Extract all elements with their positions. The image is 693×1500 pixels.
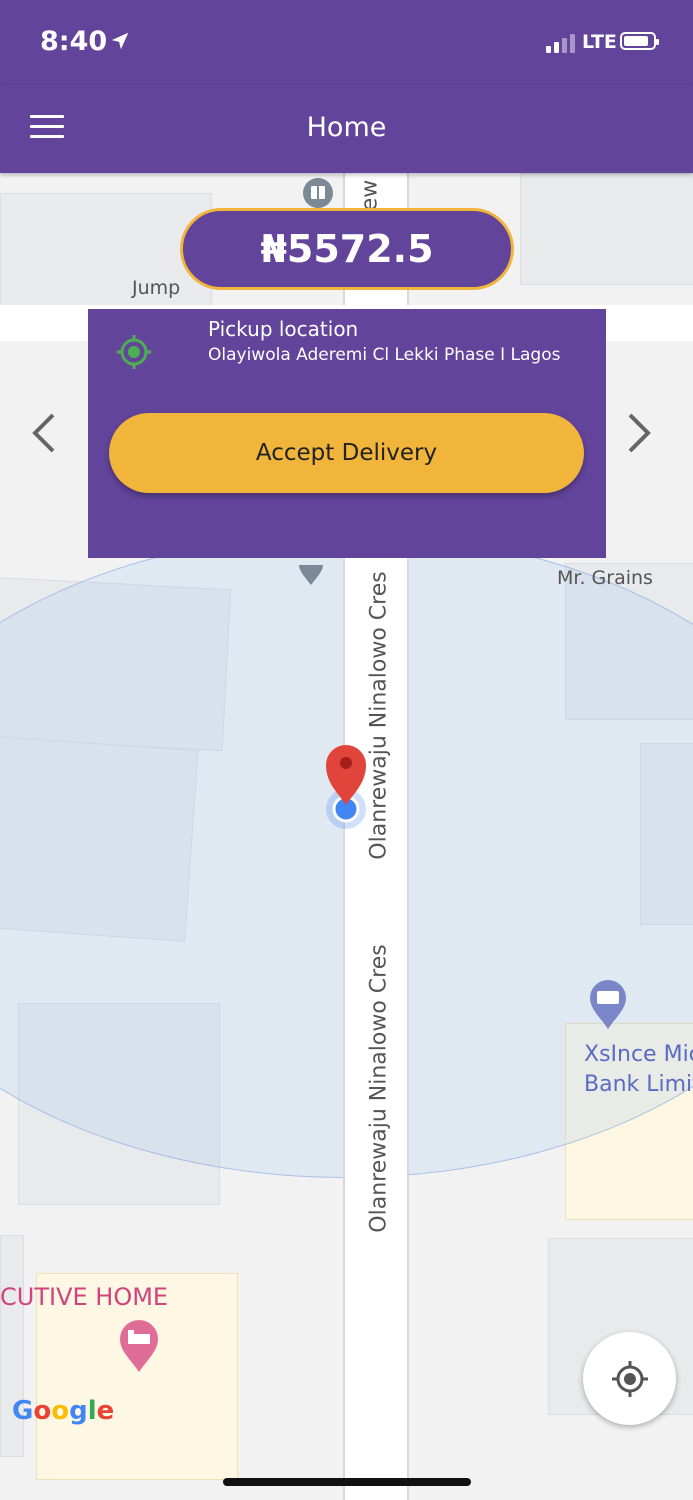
status-time: 8:40 <box>40 26 108 57</box>
map-marker-icon <box>299 565 323 585</box>
page-title: Home <box>306 112 387 143</box>
signal-icon <box>546 34 575 53</box>
hotel-poi-icon <box>120 1320 158 1372</box>
google-logo-letter: o <box>33 1396 52 1426</box>
chevron-right-icon[interactable] <box>618 405 658 461</box>
crosshair-icon <box>611 1360 648 1397</box>
location-arrow-icon <box>111 32 129 50</box>
network-label: LTE <box>582 31 617 53</box>
recenter-location-button[interactable] <box>583 1332 676 1425</box>
poi-label-grains: Mr. Grains <box>557 567 653 589</box>
google-logo-letter: g <box>69 1396 88 1426</box>
pickup-location-icon <box>117 335 151 369</box>
delivery-card: Pickup location Olayiwola Aderemi Cl Lek… <box>88 309 606 558</box>
chevron-left-icon[interactable] <box>25 405 65 461</box>
pickup-address: Olayiwola Aderemi Cl Lekki Phase I Lagos <box>208 345 561 365</box>
current-location-pin-icon <box>326 745 366 829</box>
poi-label-jumpr: Jump <box>132 277 181 299</box>
google-logo-letter: l <box>87 1396 97 1426</box>
delivery-price-badge: ₦5572.5 <box>180 208 514 290</box>
street-label: Olanrewaju Ninalowo Cres <box>366 944 392 1233</box>
map-building <box>520 173 693 285</box>
bank-poi-icon <box>590 980 626 1029</box>
battery-icon <box>620 32 659 50</box>
google-logo: Google <box>12 1396 114 1426</box>
poi-label-home: CUTIVE HOME <box>0 1283 169 1311</box>
accept-delivery-button[interactable]: Accept Delivery <box>109 413 584 493</box>
status-bar: 8:40 LTE <box>0 0 693 85</box>
app-bar: Home <box>0 85 693 173</box>
street-label: ew <box>357 179 383 212</box>
google-logo-letter: e <box>96 1396 115 1426</box>
google-logo-letter: o <box>51 1396 70 1426</box>
home-indicator[interactable] <box>223 1478 471 1486</box>
poi-label-bank: XsInce Mic Bank Limit <box>584 1042 693 1097</box>
pickup-title: Pickup location <box>208 317 359 341</box>
library-poi-icon <box>303 178 333 208</box>
google-logo-letter: G <box>12 1396 34 1426</box>
